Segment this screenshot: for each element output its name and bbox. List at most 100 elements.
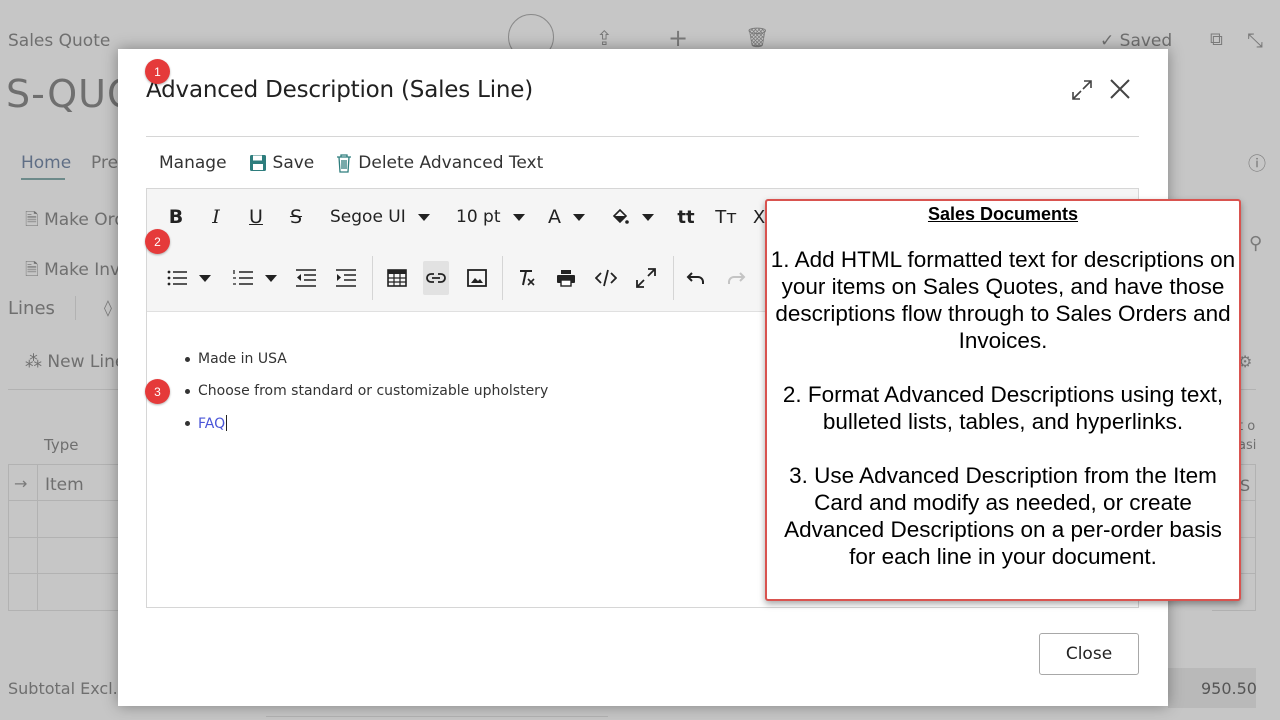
bullet-list-select[interactable]	[167, 261, 211, 295]
grid-line	[8, 610, 118, 611]
font-family-select[interactable]: Segoe UI	[330, 200, 430, 234]
numbered-list-icon	[233, 270, 253, 285]
make-invoice-action[interactable]: 🗎 Make Inv	[25, 257, 120, 286]
code-view-icon[interactable]	[593, 261, 619, 295]
subtotal-value: 950.50	[1201, 679, 1257, 698]
close-button[interactable]: Close	[1039, 633, 1139, 675]
table-row[interactable]: Item	[45, 475, 84, 495]
link-icon[interactable]	[423, 261, 449, 295]
row-arrow-icon[interactable]: →	[14, 474, 27, 493]
fullscreen-icon[interactable]	[633, 261, 659, 295]
sales-documents-callout: Sales Documents 1. Add HTML formatted te…	[765, 199, 1241, 601]
open-new-window-icon[interactable]: ⧉	[1210, 29, 1223, 50]
table-icon[interactable]	[383, 261, 411, 295]
chevron-down-icon	[265, 274, 277, 282]
divider	[8, 389, 118, 390]
save-label: Save	[272, 153, 315, 173]
faq-link[interactable]: FAQ	[198, 416, 225, 432]
make-invoice-label: Make Inv	[44, 260, 121, 280]
add-icon[interactable]: +	[668, 24, 688, 52]
partial-cell: S	[1240, 476, 1251, 495]
redo-icon[interactable]	[723, 261, 749, 295]
grid-line	[8, 573, 118, 574]
new-line-icon: ⁂	[25, 352, 48, 372]
font-color-select[interactable]: A	[548, 200, 585, 234]
list-item-text: Choose from standard or customizable uph…	[198, 383, 549, 399]
close-icon[interactable]	[1106, 75, 1134, 103]
subtotal-label: Subtotal Excl. T	[8, 679, 133, 698]
chevron-down-icon	[642, 213, 654, 221]
expand-icon[interactable]	[1068, 76, 1096, 104]
font-color-icon: A	[548, 206, 561, 228]
change-case-icon[interactable]: Tт	[711, 200, 741, 234]
underline-icon[interactable]: U	[243, 200, 269, 234]
list-item[interactable]: Choose from standard or customizable uph…	[185, 383, 549, 415]
subscript-superscript-icon[interactable]: tt	[671, 200, 701, 234]
strikethrough-icon[interactable]: S	[283, 200, 309, 234]
tab-home-underline	[21, 178, 65, 180]
editor-content[interactable]: Made in USA Choose from standard or cust…	[185, 351, 549, 447]
chevron-down-icon	[573, 213, 585, 221]
new-line-action[interactable]: ⁂ New Line	[25, 352, 125, 372]
delete-icon[interactable]: 🗑	[745, 26, 769, 49]
chevron-down-icon	[417, 213, 430, 221]
callout-point-2: 2. Format Advanced Descriptions using te…	[782, 382, 1224, 434]
lines-section-title: Lines	[8, 298, 55, 319]
bullet-dot	[185, 357, 190, 362]
manage-label: Manage	[159, 153, 227, 173]
list-item[interactable]: Made in USA	[185, 351, 548, 383]
grid-line	[37, 464, 38, 610]
font-size-value: 10 pt	[456, 207, 501, 227]
grid-line	[1212, 610, 1256, 611]
bullet-dot	[185, 389, 190, 394]
font-size-select[interactable]: 10 pt	[456, 200, 525, 234]
list-item-text: Made in USA	[198, 351, 287, 367]
collapse-icon[interactable]: ⤡	[1247, 28, 1263, 52]
text-cursor	[226, 415, 228, 431]
outdent-icon[interactable]	[293, 261, 319, 295]
font-family-value: Segoe UI	[330, 207, 406, 227]
tab-home[interactable]: Home	[21, 153, 71, 173]
highlight-color-select[interactable]	[610, 200, 654, 234]
delete-label: Delete Advanced Text	[358, 153, 544, 173]
grid-line	[8, 464, 9, 610]
grid-line	[8, 537, 118, 538]
pin-icon[interactable]: ⚲	[1249, 233, 1262, 254]
grid-line	[1255, 464, 1256, 610]
undo-icon[interactable]	[683, 261, 709, 295]
callout-point-3: 3. Use Advanced Description from the Ite…	[784, 463, 1222, 569]
italic-icon[interactable]: I	[203, 200, 229, 234]
print-icon[interactable]	[553, 261, 579, 295]
saved-status: ✓ Saved	[1100, 31, 1173, 51]
chevron-down-icon	[199, 274, 211, 282]
list-item[interactable]: FAQ	[185, 415, 548, 447]
step-marker-1: 1	[145, 59, 170, 84]
step-marker-3: 3	[145, 379, 170, 404]
info-icon[interactable]: ⓘ	[1248, 150, 1266, 176]
manage-menu[interactable]: Manage	[159, 153, 227, 173]
save-button[interactable]: Save	[249, 153, 315, 173]
bold-icon[interactable]: B	[163, 200, 189, 234]
image-icon[interactable]	[463, 261, 491, 295]
callout-point-1: 1. Add HTML formatted text for descripti…	[770, 247, 1236, 353]
toolbar-separator	[673, 256, 674, 300]
grid-line	[8, 464, 118, 465]
share-icon[interactable]: ⇪	[596, 26, 613, 50]
make-order-action[interactable]: 🗎 Make Ord	[25, 207, 125, 236]
toolbar-separator	[502, 256, 503, 300]
bullet-dot	[185, 421, 190, 426]
trash-icon	[337, 154, 352, 173]
document-icon: 🗎	[25, 260, 45, 280]
numbered-list-select[interactable]	[233, 261, 277, 295]
dialog-title: Advanced Description (Sales Line)	[146, 77, 534, 103]
clear-formatting-icon[interactable]	[513, 261, 539, 295]
toolbar-separator	[372, 256, 373, 300]
lines-option-icon[interactable]: ◊	[104, 298, 112, 317]
delete-advanced-text-button[interactable]: Delete Advanced Text	[336, 153, 543, 173]
breadcrumb: Sales Quote	[8, 31, 111, 51]
saved-label: Saved	[1119, 31, 1173, 51]
chevron-down-icon	[512, 213, 525, 221]
indent-icon[interactable]	[333, 261, 359, 295]
